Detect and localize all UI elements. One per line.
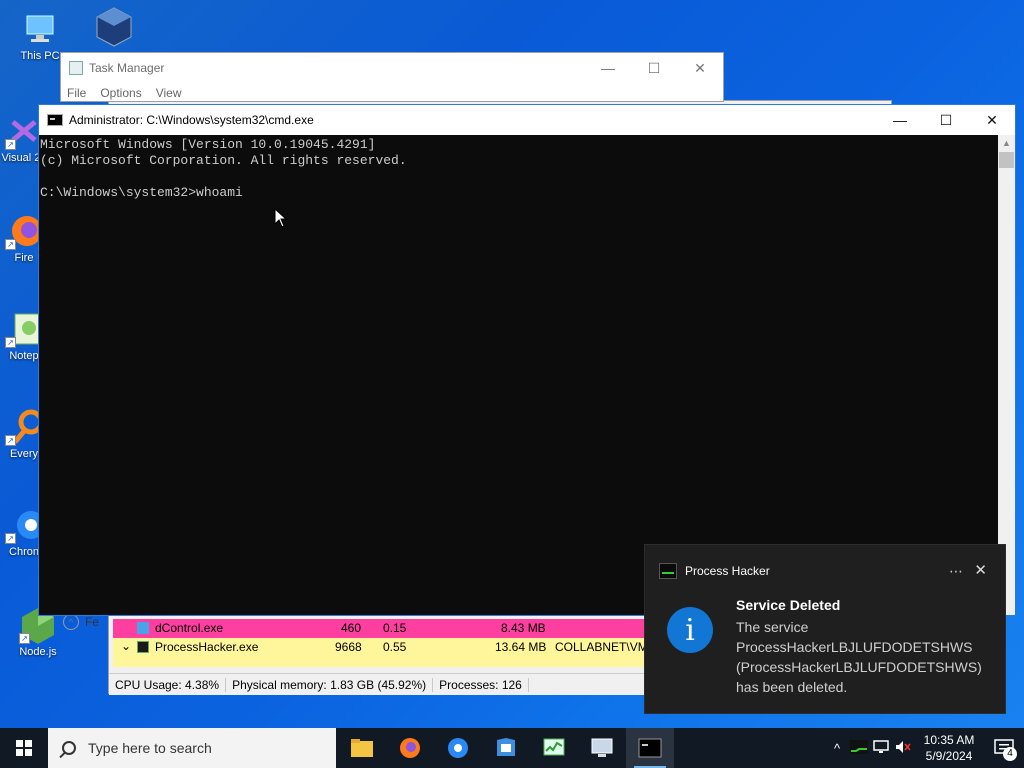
cmd-window[interactable]: Administrator: C:\Windows\system32\cmd.e… — [38, 104, 1016, 616]
chevron-up-icon[interactable]: ^ — [826, 741, 848, 756]
process-pid: 460 — [341, 621, 362, 635]
taskbar-firefox[interactable] — [386, 728, 434, 768]
action-center-button[interactable]: 4 — [984, 728, 1024, 768]
process-count: Processes: 126 — [433, 677, 529, 692]
toast-message-line: ProcessHackerLBJLUFDODETSHWS — [736, 639, 973, 655]
menu-options[interactable]: Options — [100, 86, 141, 100]
menu-view[interactable]: View — [156, 86, 182, 100]
close-icon[interactable]: ✕ — [974, 561, 987, 579]
monitor-icon — [591, 738, 613, 757]
minimize-button[interactable]: — — [585, 53, 631, 83]
taskbar-search-box[interactable]: Type here to search — [48, 728, 336, 768]
cpu-usage: CPU Usage: 4.38% — [109, 677, 227, 692]
shield-icon — [497, 738, 515, 756]
console-prompt-line[interactable]: C:\Windows\system32>whoami — [40, 185, 998, 201]
chrome-icon — [448, 738, 468, 758]
firefox-icon — [400, 738, 420, 758]
console-line: (c) Microsoft Corporation. All rights re… — [40, 153, 407, 168]
toast-header: Process Hacker ⋯ ✕ — [645, 545, 1005, 597]
shortcut-arrow-icon: ↗ — [5, 435, 16, 446]
process-pid: 9668 — [335, 640, 362, 654]
toast-message: The service ProcessHackerLBJLUFDODETSHWS… — [736, 617, 996, 697]
clock-date: 5/9/2024 — [925, 749, 973, 763]
process-name: dControl.exe — [155, 621, 224, 635]
taskmanager-window[interactable]: Task Manager — ☐ ✕ File Options View — [60, 52, 724, 102]
console-icon — [47, 114, 63, 126]
minimize-button[interactable]: — — [877, 105, 923, 135]
row-label: Fe — [85, 615, 100, 629]
shortcut-arrow-icon: ↗ — [19, 633, 30, 644]
desktop-icon-label: Node.js — [19, 646, 57, 658]
toast-app-name: Process Hacker — [685, 564, 770, 578]
scroll-thumb[interactable] — [999, 152, 1014, 168]
process-cpu: 0.15 — [383, 621, 407, 635]
desktop-icon-virtualbox[interactable] — [84, 6, 144, 47]
computer-icon — [21, 10, 59, 48]
clock-time: 10:35 AM — [923, 733, 975, 747]
taskbar: Type here to search ^ 10:35 AM 5/9/2024 — [0, 728, 1024, 768]
process-hacker-tray-icon[interactable] — [848, 739, 870, 757]
menu-bar: File Options View — [61, 83, 723, 103]
taskbar-cmd[interactable] — [626, 728, 674, 768]
taskbar-sysinternals[interactable] — [482, 728, 530, 768]
taskbar-file-explorer[interactable] — [338, 728, 386, 768]
maximize-button[interactable]: ☐ — [923, 105, 969, 135]
console-line: Microsoft Windows [Version 10.0.19045.42… — [40, 137, 376, 152]
chevron-down-icon[interactable]: ⌄ — [121, 639, 131, 653]
taskbar-clock[interactable]: 10:35 AM 5/9/2024 — [914, 732, 984, 764]
network-icon[interactable] — [870, 739, 892, 757]
scroll-up-icon[interactable]: ▲ — [998, 135, 1015, 152]
shortcut-arrow-icon: ↗ — [5, 239, 16, 250]
cmd-titlebar[interactable]: Administrator: C:\Windows\system32\cmd.e… — [39, 105, 1015, 135]
virtualbox-icon — [95, 6, 133, 47]
process-user: COLLABNET\VM — [555, 640, 648, 654]
taskbar-chrome[interactable] — [434, 728, 482, 768]
process-cpu: 0.55 — [383, 640, 407, 654]
folder-icon — [351, 739, 373, 757]
process-memory: 13.64 MB — [495, 640, 547, 654]
taskmanager-icon — [69, 61, 83, 75]
search-placeholder: Type here to search — [88, 740, 212, 756]
shortcut-arrow-icon: ↗ — [5, 337, 16, 348]
notification-count-badge: 4 — [1003, 747, 1017, 761]
info-icon: i — [667, 607, 713, 653]
vertical-scrollbar[interactable]: ▲ — [998, 135, 1015, 615]
window-title: Task Manager — [89, 61, 165, 75]
toast-message-line: The service — [736, 619, 809, 635]
physical-memory: Physical memory: 1.83 GB (45.92%) — [226, 677, 434, 692]
collapse-circle-icon[interactable]: ^ — [63, 614, 79, 630]
start-button[interactable] — [0, 728, 48, 768]
toast-message-line: (ProcessHackerLBJLUFDODETSHWS) — [736, 659, 982, 675]
notification-toast[interactable]: Process Hacker ⋯ ✕ i Service Deleted The… — [644, 544, 1006, 714]
toast-message-line: has been deleted. — [736, 679, 848, 695]
volume-muted-icon[interactable] — [892, 740, 914, 757]
process-name: ProcessHacker.exe — [155, 640, 259, 654]
windows-logo-icon — [16, 740, 32, 756]
shortcut-arrow-icon: ↗ — [5, 139, 16, 150]
taskbar-remote-desktop[interactable] — [578, 728, 626, 768]
toast-title: Service Deleted — [736, 597, 841, 613]
shortcut-arrow-icon: ↗ — [5, 533, 16, 544]
system-tray: ^ 10:35 AM 5/9/2024 4 — [826, 728, 1024, 768]
task-manager-icon — [543, 738, 565, 756]
process-hacker-icon — [659, 563, 677, 579]
process-memory: 8.43 MB — [501, 621, 546, 635]
close-button[interactable]: ✕ — [677, 53, 723, 83]
search-icon — [62, 741, 76, 755]
console-icon — [638, 738, 662, 758]
close-button[interactable]: ✕ — [969, 105, 1015, 135]
more-options-icon[interactable]: ⋯ — [949, 563, 963, 580]
console-output[interactable]: Microsoft Windows [Version 10.0.19045.42… — [39, 135, 999, 615]
maximize-button[interactable]: ☐ — [631, 53, 677, 83]
taskbar-task-manager[interactable] — [530, 728, 578, 768]
menu-file[interactable]: File — [67, 86, 86, 100]
window-title: Administrator: C:\Windows\system32\cmd.e… — [69, 113, 314, 127]
process-icon — [137, 641, 149, 653]
process-icon — [137, 622, 149, 634]
